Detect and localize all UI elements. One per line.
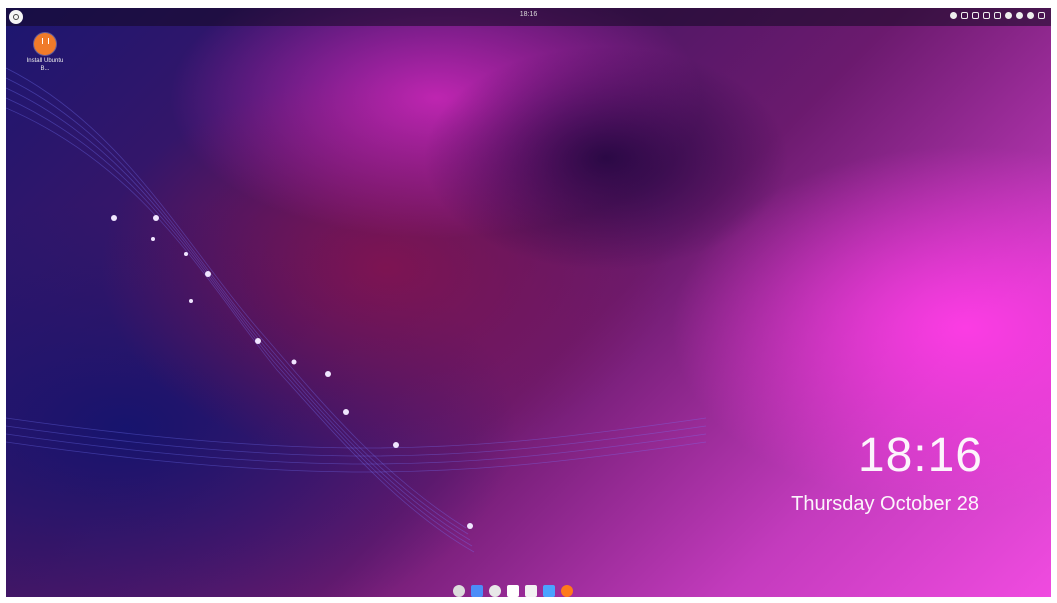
desktop-screen: 18:16 Install Ubuntu B... 18:16 Thursday…: [6, 8, 1051, 597]
volume-icon[interactable]: [1027, 12, 1034, 19]
files-icon[interactable]: [525, 585, 537, 597]
document-icon[interactable]: [507, 585, 519, 597]
install-ubuntu-desktop-icon[interactable]: Install Ubuntu B...: [25, 33, 65, 73]
install-icon: [34, 33, 56, 55]
network-icon[interactable]: [1005, 12, 1012, 19]
system-tray[interactable]: [950, 12, 1045, 19]
status-indicator-icon[interactable]: [950, 12, 957, 19]
notification-icon[interactable]: [994, 12, 1001, 19]
top-panel-clock[interactable]: 18:16: [6, 11, 1051, 18]
install-icon-label: Install Ubuntu B...: [26, 58, 64, 72]
window-icon[interactable]: [983, 12, 990, 19]
dock: [453, 585, 573, 597]
desktop-clock-date: Thursday October 28: [791, 493, 979, 515]
desktop-clock-time: 18:16: [857, 429, 983, 482]
top-panel: 18:16: [6, 8, 1051, 26]
firefox-icon[interactable]: [561, 585, 573, 597]
battery-icon[interactable]: [1016, 12, 1023, 19]
tray-item-icon[interactable]: [961, 12, 968, 19]
folder-icon[interactable]: [543, 585, 555, 597]
power-icon[interactable]: [1038, 12, 1045, 19]
clipboard-icon[interactable]: [972, 12, 979, 19]
text-editor-icon[interactable]: [471, 585, 483, 597]
software-icon[interactable]: [489, 585, 501, 597]
settings-icon[interactable]: [453, 585, 465, 597]
